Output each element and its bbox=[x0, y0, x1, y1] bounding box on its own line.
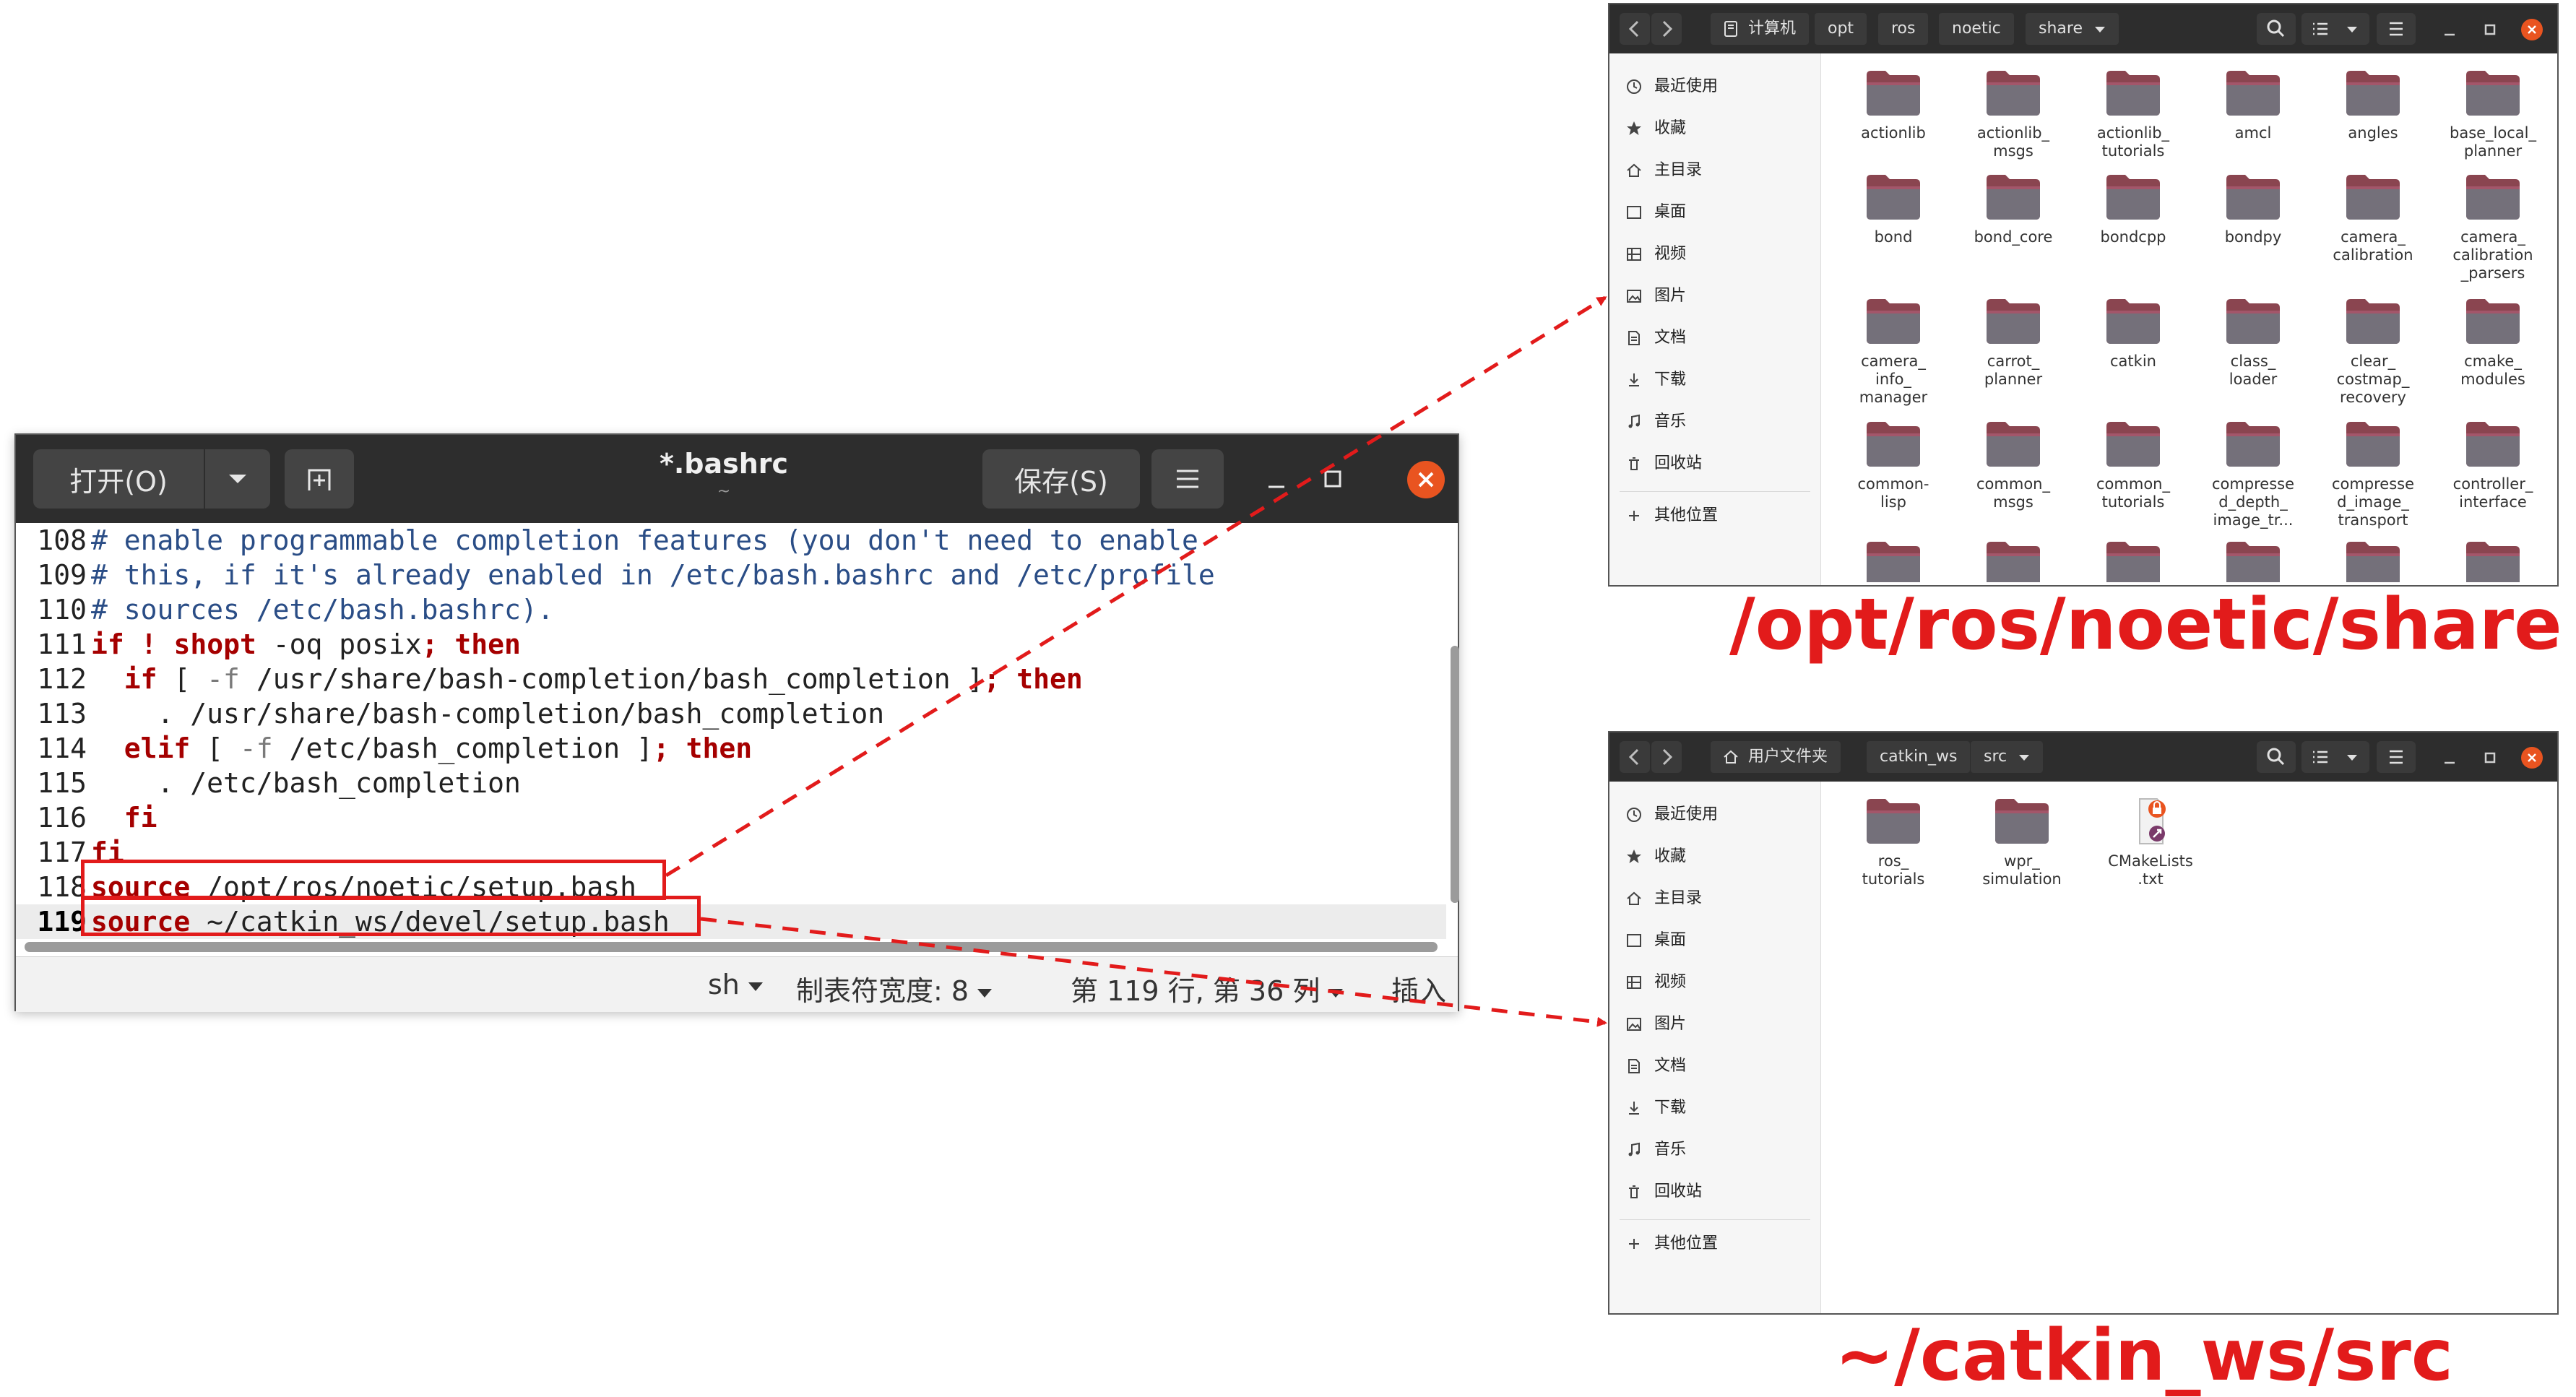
arrow-to-share bbox=[665, 295, 1607, 878]
annotation-arrows bbox=[665, 295, 1607, 1027]
arrow-to-src bbox=[700, 917, 1607, 1027]
